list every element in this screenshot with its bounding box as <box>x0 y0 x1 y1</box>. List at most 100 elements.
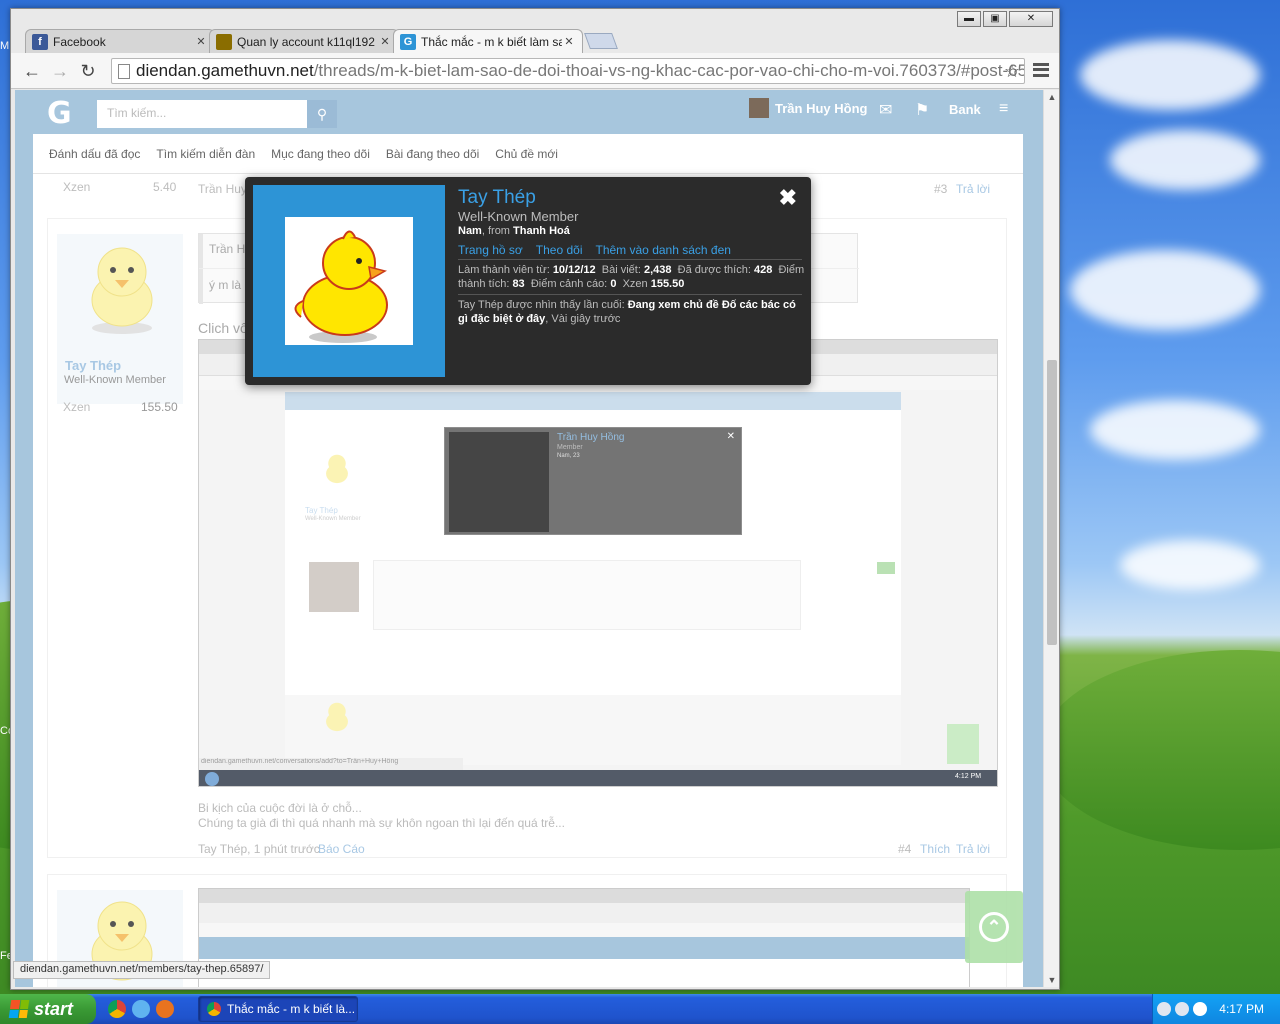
back-to-top-button[interactable]: ⌃ <box>965 891 1023 963</box>
firefox-quicklaunch-icon[interactable] <box>156 1000 174 1018</box>
follow-link[interactable]: Theo dõi <box>536 243 583 257</box>
post-number[interactable]: #4 <box>898 842 911 856</box>
like-link[interactable]: Thích <box>920 842 950 856</box>
popup-stats: Làm thành viên từ: 10/12/12 Bài viết: 2,… <box>458 264 805 290</box>
browser-toolbar: ← → ↻ diendan.gamethuvn.net/threads/m-k-… <box>11 53 1059 89</box>
post-author[interactable]: Trần Huy <box>198 182 247 196</box>
reload-icon[interactable]: ↻ <box>75 58 101 84</box>
embedded-role: Well-Known Member <box>305 516 361 522</box>
tab-close-icon[interactable]: ✕ <box>194 35 208 48</box>
tray-icon[interactable] <box>1157 1002 1172 1016</box>
forward-icon[interactable]: → <box>47 58 73 84</box>
tab-strip: f Facebook ✕ Quan ly account k11ql192 M … <box>25 27 618 53</box>
chrome-quicklaunch-icon[interactable] <box>108 1000 126 1018</box>
chrome-menu-icon[interactable] <box>1033 63 1049 77</box>
xzen-label: Xzen <box>63 400 91 414</box>
signature-line-1: Bi kịch của cuộc đời là ở chỗ... <box>198 801 362 815</box>
duck-icon <box>294 230 388 343</box>
scroll-up-icon[interactable]: ▲ <box>1044 92 1059 102</box>
post-number[interactable]: #3 <box>934 182 947 196</box>
tab-close-icon[interactable]: ✕ <box>378 35 392 48</box>
ignore-link[interactable]: Thêm vào danh sách đen <box>596 243 731 257</box>
subnav-new-threads[interactable]: Chủ đề mới <box>495 147 558 161</box>
windows-flag-icon <box>8 1000 30 1018</box>
embedded-screenshot-2[interactable] <box>198 888 970 987</box>
close-icon[interactable]: ✖ <box>779 185 797 211</box>
bookmark-star-icon[interactable]: ☆ <box>1004 61 1020 82</box>
scrollbar-thumb[interactable] <box>1047 360 1057 645</box>
system-tray: 4:17 PM <box>1152 994 1280 1024</box>
scroll-down-icon[interactable]: ▼ <box>1044 975 1059 985</box>
page-scrollbar[interactable]: ▲ ▼ <box>1043 90 1059 987</box>
hamburger-icon[interactable]: ≡ <box>999 100 1008 118</box>
subnav-mark-read[interactable]: Đánh dấu đã đọc <box>49 147 140 161</box>
embedded-member-popup: Trần Huy Hồng Member Nam, 23 ✕ <box>444 427 742 535</box>
site-header: G Tìm kiếm... ⚲ Trần Huy Hồng ✉ ⚑ Bank ≡ <box>33 90 1023 134</box>
flag-icon[interactable]: ⚑ <box>915 100 929 120</box>
ie-quicklaunch-icon[interactable] <box>132 1000 150 1018</box>
new-tab-button[interactable] <box>584 33 618 49</box>
embedded-screenshot[interactable]: Tay Thép Well-Known Member diendan.gamet… <box>198 339 998 787</box>
quote-author[interactable]: Trần H <box>209 242 245 256</box>
close-window-button[interactable]: ✕ <box>1009 11 1053 27</box>
windows-taskbar: start Thắc mắc - m k biết là... 4:17 PM <box>0 994 1280 1024</box>
tray-icon[interactable] <box>1175 1002 1190 1016</box>
subnav-search-forum[interactable]: Tìm kiếm diễn đàn <box>156 147 255 161</box>
tab-facebook[interactable]: f Facebook ✕ <box>25 29 215 53</box>
tab-title: Facebook <box>53 34 106 49</box>
divider <box>458 294 802 295</box>
tab-quan-ly-account[interactable]: Quan ly account k11ql192 M ✕ <box>209 29 399 53</box>
signature-line-2: Chúng ta già đi thì quá nhanh mà sự khôn… <box>198 816 565 830</box>
tab-close-icon[interactable]: ✕ <box>562 35 576 48</box>
search-input[interactable]: Tìm kiếm... <box>97 100 307 128</box>
popup-member-title: Well-Known Member <box>458 209 579 224</box>
arrow-up-icon: ⌃ <box>979 912 1009 942</box>
popup-member-name[interactable]: Tay Thép <box>458 187 536 209</box>
subnav-watched-posts[interactable]: Bài đang theo dõi <box>386 147 479 161</box>
maximize-button[interactable]: ▣ <box>983 11 1007 27</box>
reply-link[interactable]: Trả lời <box>956 842 990 856</box>
tab-title: Thắc mắc - m k biết làm sao đ <box>421 34 562 49</box>
browser-window: ▬ ▣ ✕ f Facebook ✕ Quan ly account k11ql… <box>10 8 1060 990</box>
taskbar-item-chrome[interactable]: Thắc mắc - m k biết là... <box>198 996 358 1022</box>
embedded-taskbar: 4:12 PM <box>199 770 997 786</box>
reply-link[interactable]: Trả lời <box>956 182 990 196</box>
address-bar[interactable]: diendan.gamethuvn.net/threads/m-k-biet-l… <box>111 58 1025 84</box>
popup-last-seen: Tay Thép được nhìn thấy lần cuối: Đang x… <box>458 299 796 325</box>
start-button[interactable]: start <box>0 994 96 1024</box>
post-author-name[interactable]: Tay Thép <box>65 358 121 373</box>
embedded-clock: 4:12 PM <box>955 773 982 780</box>
popup-avatar <box>285 217 413 345</box>
bank-link[interactable]: Bank <box>949 102 981 117</box>
taskbar-item-label: Thắc mắc - m k biết là... <box>227 1002 356 1016</box>
clock[interactable]: 4:17 PM <box>1219 1002 1264 1016</box>
embedded-popup-name: Trần Huy Hồng <box>557 432 625 443</box>
popup-avatar-frame[interactable] <box>253 185 445 377</box>
user-menu[interactable]: Trần Huy Hồng <box>749 98 867 118</box>
post-body-text: Clich vô <box>198 320 248 336</box>
member-card-popup: Tay Thép Well-Known Member Nam, from Tha… <box>245 177 811 385</box>
embedded-author: Tay Thép <box>305 506 338 515</box>
gamethuvn-icon: G <box>400 33 416 50</box>
quote-text: ý m là <box>209 278 242 292</box>
close-icon: ✕ <box>726 431 735 442</box>
avatar <box>749 98 769 118</box>
search-icon[interactable]: ⚲ <box>307 100 337 128</box>
gamethuvn-logo[interactable]: G <box>47 96 72 131</box>
user-avatar-duck[interactable] <box>67 240 177 340</box>
back-icon[interactable]: ← <box>19 58 45 84</box>
chrome-icon <box>207 1002 221 1016</box>
report-link[interactable]: Báo Cáo <box>318 842 365 856</box>
minimize-button[interactable]: ▬ <box>957 11 981 27</box>
game-icon <box>216 33 232 50</box>
post-meta[interactable]: Tay Thép, 1 phút trước <box>198 842 320 856</box>
tab-thac-mac[interactable]: G Thắc mắc - m k biết làm sao đ ✕ <box>393 29 583 53</box>
sub-navigation: Đánh dấu đã đọc Tìm kiếm diễn đàn Mục đa… <box>33 134 1023 174</box>
embedded-popup-gender: Nam, 23 <box>557 453 580 459</box>
profile-link[interactable]: Trang hồ sơ <box>458 243 523 257</box>
envelope-icon[interactable]: ✉ <box>879 100 892 120</box>
subnav-watched-threads[interactable]: Mục đang theo dõi <box>271 147 370 161</box>
xzen-value: 155.50 <box>141 400 178 414</box>
window-controls: ▬ ▣ ✕ <box>957 11 1053 27</box>
tray-icon[interactable] <box>1193 1002 1208 1016</box>
